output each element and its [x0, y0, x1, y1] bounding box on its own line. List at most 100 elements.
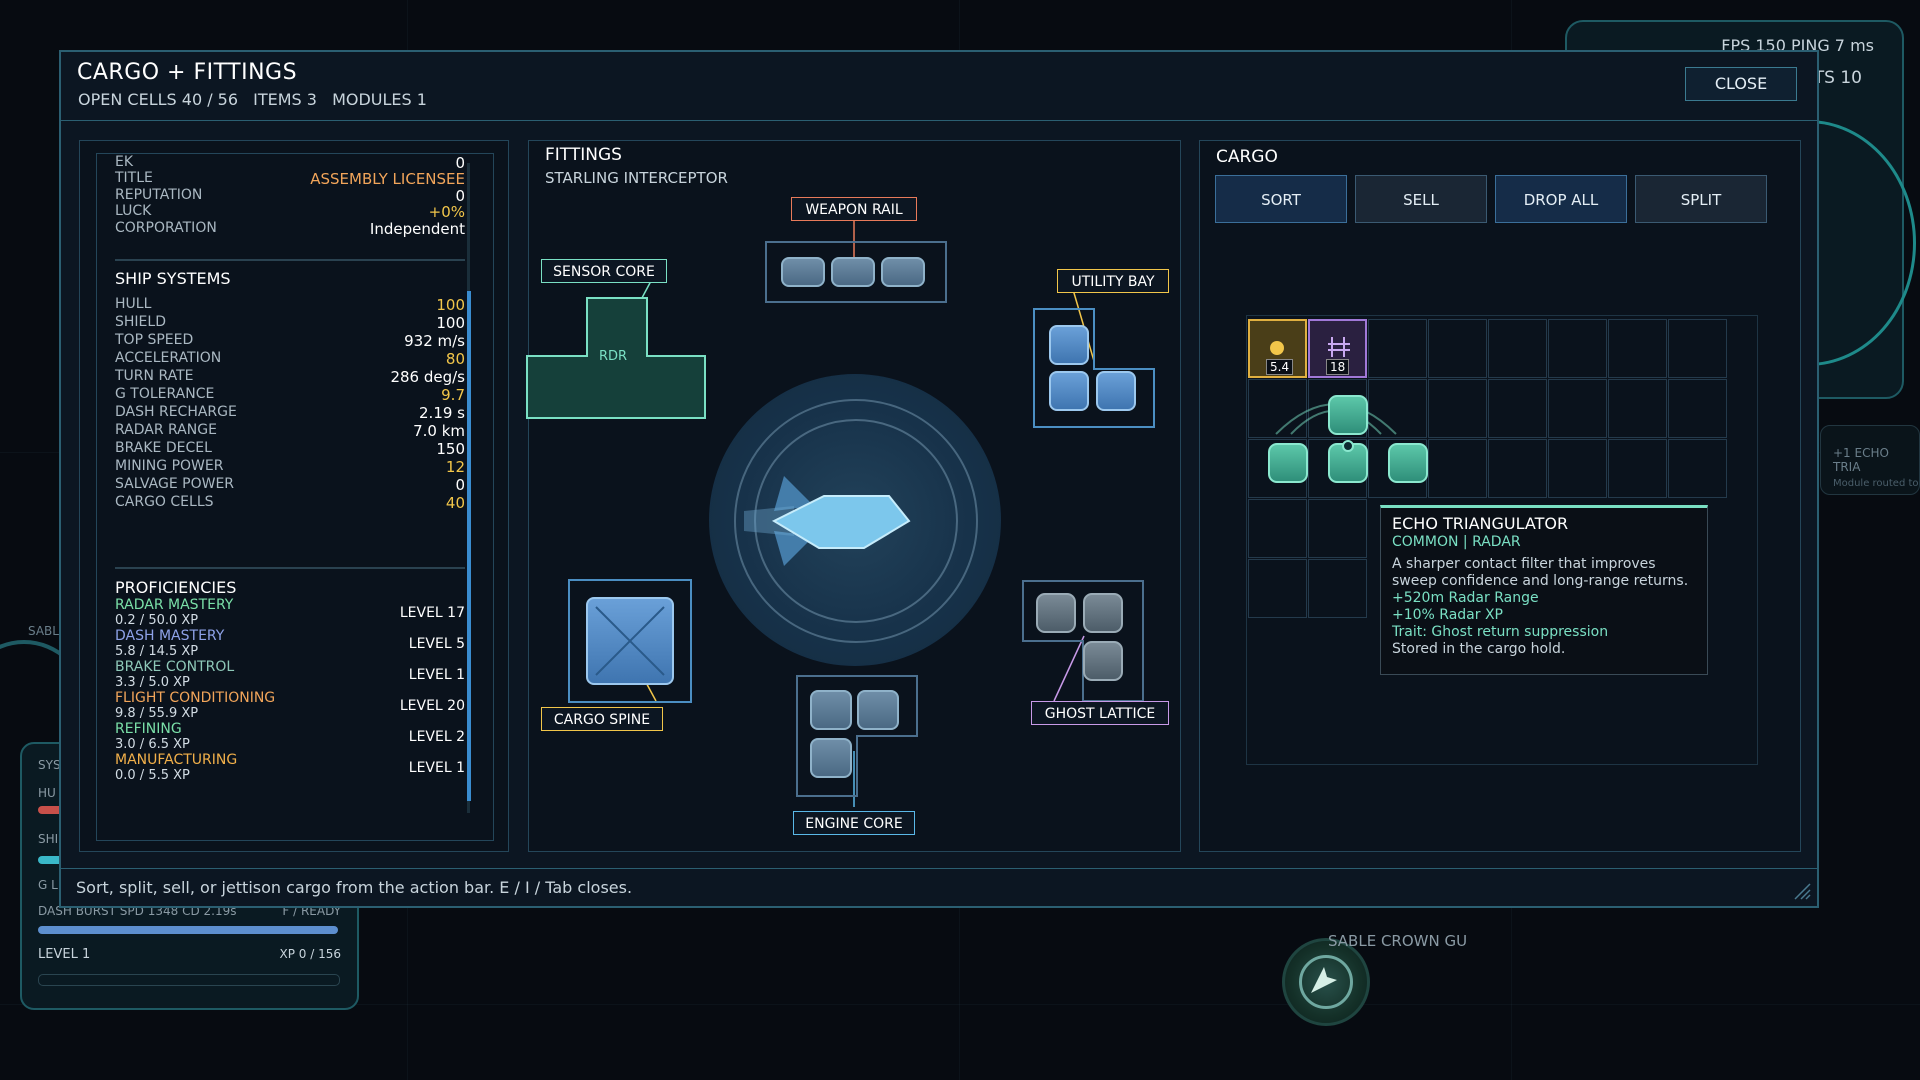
cargo-cell[interactable]: [1488, 319, 1547, 378]
stat-value: 100: [436, 296, 465, 314]
xp-bar: [38, 974, 340, 986]
footer-hint: Sort, split, sell, or jettison cargo fro…: [76, 878, 633, 897]
window-footer: Sort, split, sell, or jettison cargo fro…: [61, 868, 1817, 906]
cargo-cell[interactable]: [1668, 439, 1727, 498]
stat-label: TITLE: [115, 170, 153, 187]
proficiencies-title: PROFICIENCIES: [115, 578, 237, 597]
proficiency-level: LEVEL 1: [408, 760, 465, 776]
slot-label-sensor-core[interactable]: SENSOR CORE: [541, 259, 667, 283]
weapon-rail-slot[interactable]: [765, 241, 947, 303]
cargo-cell[interactable]: [1248, 559, 1307, 618]
shield-label: SHI: [38, 832, 59, 846]
sable-crown-emblem[interactable]: [1282, 938, 1370, 1026]
module-cell: [1049, 325, 1089, 365]
stat-value: 286 deg/s: [390, 368, 465, 386]
module-cell: [781, 257, 825, 287]
proficiency-row: DASH MASTERY 5.8 / 14.5 XP LEVEL 5: [115, 628, 465, 659]
item-qty: 18: [1326, 359, 1350, 375]
stat-label: CORPORATION: [115, 219, 217, 236]
proficiency-level: LEVEL 5: [408, 636, 465, 652]
item-tooltip: ECHO TRIANGULATOR COMMON | RADAR A sharp…: [1380, 505, 1708, 675]
stat-label: EK: [115, 154, 134, 170]
module-cell: [1268, 443, 1308, 483]
drop-all-button[interactable]: DROP ALL: [1495, 175, 1627, 223]
stats-panel: EK 0 TITLE ASSEMBLY LICENSEE REPUTATION 0 LUCK…: [79, 140, 509, 852]
hud-level: LEVEL 1: [38, 947, 91, 962]
cargo-cell[interactable]: [1488, 379, 1547, 438]
cargo-spine-slot[interactable]: [568, 579, 692, 703]
cargo-cell[interactable]: [1548, 439, 1607, 498]
cargo-item-echo-triangulator[interactable]: [1248, 379, 1428, 499]
cargo-cell[interactable]: [1428, 439, 1487, 498]
divider: [115, 259, 465, 261]
parts-icon: [1328, 337, 1350, 357]
star-icon: [1311, 967, 1337, 993]
cargo-item-parts[interactable]: 18: [1308, 319, 1367, 378]
sable-crown-label: SABLE CROWN GU: [1328, 932, 1468, 950]
cargo-cell[interactable]: [1308, 559, 1367, 618]
tooltip-title: ECHO TRIANGULATOR: [1392, 514, 1569, 533]
utility-bay-slot[interactable]: [1032, 307, 1156, 429]
module-cell: [881, 257, 925, 287]
sell-button[interactable]: SELL: [1355, 175, 1487, 223]
slot-label-weapon-rail[interactable]: WEAPON RAIL: [791, 197, 917, 221]
cargo-cell[interactable]: [1668, 319, 1727, 378]
proficiency-level: LEVEL 2: [408, 729, 465, 745]
stat-value: 0: [455, 154, 465, 172]
module-cell: [1096, 371, 1136, 411]
stat-value: 932 m/s: [404, 332, 465, 350]
stat-value: 12: [445, 458, 465, 476]
cargo-cell[interactable]: [1668, 379, 1727, 438]
resize-grip-icon[interactable]: [1791, 880, 1811, 900]
proficiency-row: RADAR MASTERY 0.2 / 50.0 XP LEVEL 17: [115, 597, 465, 628]
module-cell: [1083, 641, 1123, 681]
cargo-panel: CARGO SORT SELL DROP ALL SPLIT 5.4 18: [1199, 140, 1801, 852]
window-header: CARGO + FITTINGS OPEN CELLS 40 / 56 ITEM…: [61, 52, 1817, 121]
tooltip-description: A sharper contact filter that improves s…: [1392, 556, 1689, 589]
engine-core-slot[interactable]: [795, 674, 919, 798]
stat-value: 100: [436, 314, 465, 332]
slot-label-utility-bay[interactable]: UTILITY BAY: [1057, 269, 1169, 293]
module-cell: [831, 257, 875, 287]
cargo-cell[interactable]: [1608, 319, 1667, 378]
sensor-tag: RDR: [599, 349, 628, 364]
cargo-cell[interactable]: [1548, 379, 1607, 438]
proficiency-row: MANUFACTURING 0.0 / 5.5 XP LEVEL 1: [115, 752, 465, 783]
sys-label: SYS: [38, 758, 61, 772]
ts-readout: TS 10: [1813, 68, 1862, 88]
hull-label: HU: [38, 786, 56, 800]
cargo-cell[interactable]: [1488, 439, 1547, 498]
notification-toast: +1 ECHO TRIA Module routed to: [1820, 425, 1920, 495]
scrollbar-thumb[interactable]: [467, 291, 471, 801]
cargo-cell[interactable]: [1548, 319, 1607, 378]
dash-bar: [38, 926, 338, 934]
cargo-cell[interactable]: [1248, 499, 1307, 558]
module-cell: [1328, 395, 1368, 435]
cargo-cell[interactable]: [1308, 499, 1367, 558]
module-cell: [1036, 593, 1076, 633]
stat-label: SHIELD: [115, 314, 166, 330]
slot-label-ghost-lattice[interactable]: GHOST LATTICE: [1031, 701, 1169, 725]
slot-label-engine-core[interactable]: ENGINE CORE: [793, 811, 915, 835]
cargo-cell[interactable]: [1368, 319, 1427, 378]
stat-value: 7.0 km: [413, 422, 465, 440]
sort-button[interactable]: SORT: [1215, 175, 1347, 223]
stat-label: MINING POWER: [115, 458, 224, 474]
window-subtitle: OPEN CELLS 40 / 56 ITEMS 3 MODULES 1: [78, 90, 437, 109]
module-cell: [857, 690, 899, 730]
close-button[interactable]: CLOSE: [1685, 67, 1797, 101]
cargo-cell[interactable]: [1608, 379, 1667, 438]
slot-label-cargo-spine[interactable]: CARGO SPINE: [541, 707, 663, 731]
ship-icon: [744, 476, 911, 566]
stat-label: RADAR RANGE: [115, 422, 217, 438]
cargo-cell[interactable]: [1428, 379, 1487, 438]
cargo-cell[interactable]: [1608, 439, 1667, 498]
module-cell: [1083, 593, 1123, 633]
cargo-cell[interactable]: [1428, 319, 1487, 378]
tooltip-bonus: +10% Radar XP: [1392, 607, 1504, 623]
stats-scroll-area[interactable]: EK 0 TITLE ASSEMBLY LICENSEE REPUTATION 0 LUCK…: [96, 153, 494, 841]
ore-icon: [1270, 341, 1284, 355]
split-button[interactable]: SPLIT: [1635, 175, 1767, 223]
cargo-item-ore[interactable]: 5.4: [1248, 319, 1307, 378]
ghost-lattice-slot[interactable]: [1021, 579, 1145, 703]
